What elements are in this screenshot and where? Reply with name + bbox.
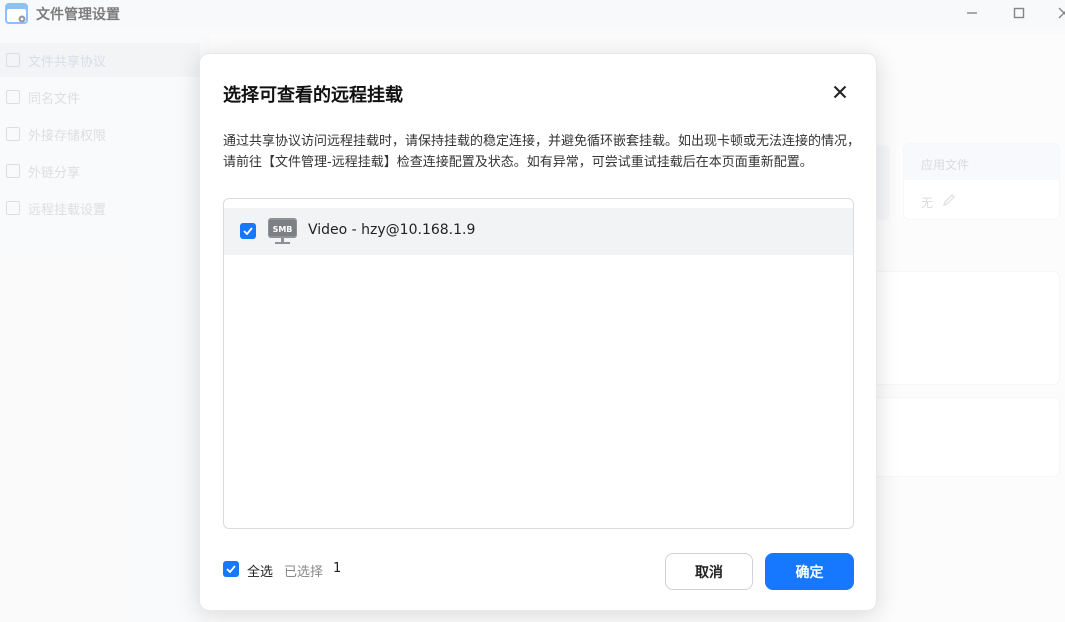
mount-list: SMB Video - hzy@10.168.1.9 — [223, 198, 854, 529]
select-all-checkbox[interactable] — [223, 561, 239, 577]
item-checkbox[interactable] — [240, 223, 256, 239]
dialog-title: 选择可查看的远程挂载 — [223, 85, 403, 106]
checkmark-icon — [243, 227, 253, 235]
selected-count: 1 — [333, 561, 342, 576]
smb-icon-text: SMB — [273, 225, 293, 234]
smb-icon: SMB — [268, 218, 297, 244]
cancel-button[interactable]: 取消 — [665, 553, 753, 590]
close-icon — [833, 85, 847, 99]
dialog-close-button[interactable] — [830, 82, 850, 102]
confirm-button[interactable]: 确定 — [765, 553, 854, 590]
list-item[interactable]: SMB Video - hzy@10.168.1.9 — [224, 208, 853, 255]
select-all-label[interactable]: 全选 — [247, 561, 273, 580]
remote-mount-select-dialog: 选择可查看的远程挂载 通过共享协议访问远程挂载时，请保持挂载的稳定连接，并避免循… — [199, 53, 877, 611]
dialog-description: 通过共享协议访问远程挂载时，请保持挂载的稳定连接，并避免循环嵌套挂载。如出现卡顿… — [223, 134, 861, 170]
selected-label: 已选择 — [284, 565, 324, 580]
list-item-label: Video - hzy@10.168.1.9 — [308, 222, 476, 238]
checkmark-icon — [226, 565, 236, 573]
